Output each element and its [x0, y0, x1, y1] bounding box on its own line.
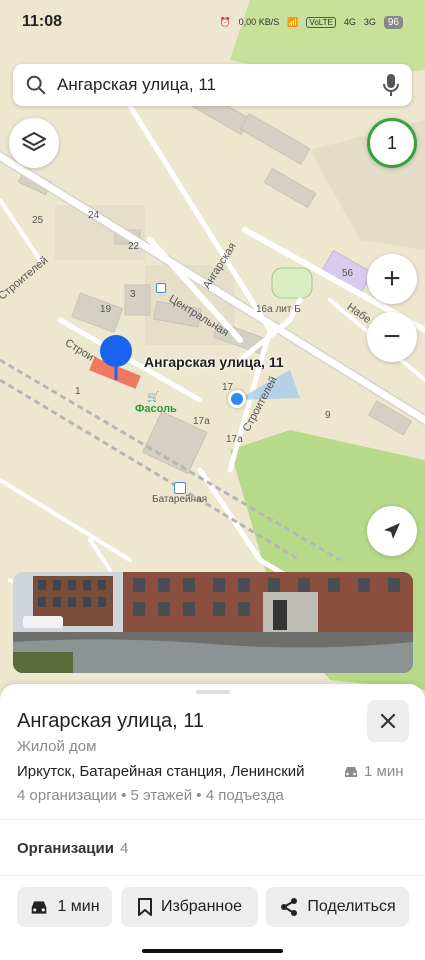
place-title: Ангарская улица, 11	[17, 710, 205, 732]
divider	[0, 819, 425, 820]
poi-fasol[interactable]: 🛒 Фасоль	[135, 392, 177, 415]
share-button-label: Поделиться	[307, 898, 396, 915]
building-photo[interactable]	[13, 572, 413, 673]
signal-4g: 4G	[343, 17, 356, 27]
close-icon	[380, 713, 396, 729]
building-label-17a: 17а	[193, 416, 210, 427]
place-category: Жилой дом	[17, 738, 97, 755]
bus-stop-label: Батарейная	[152, 494, 208, 505]
layers-button[interactable]	[9, 118, 59, 168]
pin-address-label: Ангарская улица, 11	[144, 354, 284, 370]
building-label-16a: 16а лит Б	[256, 304, 301, 315]
car-icon	[32, 900, 47, 914]
organizations-label: Организации	[17, 840, 114, 857]
building-label-56: 56	[342, 268, 354, 279]
search-icon	[26, 75, 46, 95]
organizations-row[interactable]: Организации 4	[17, 840, 128, 857]
poi-label-fasol: Фасоль	[135, 403, 177, 415]
photo-image	[13, 572, 413, 673]
search-bar[interactable]: Ангарская улица, 11	[13, 64, 412, 106]
route-button[interactable]: 1 мин	[17, 887, 112, 927]
favorite-button[interactable]: Избранное	[121, 887, 258, 927]
status-icons: ⏰ 0,00 KB/S 📶 VoLTE 4G 3G 96	[219, 15, 403, 29]
microphone-icon[interactable]	[382, 73, 400, 97]
bus-stop-icon-2	[156, 283, 166, 293]
battery-indicator: 96	[383, 15, 403, 29]
organizations-count: 4	[119, 840, 129, 857]
object-counter-badge[interactable]: 1	[367, 118, 417, 168]
minus-icon: −	[383, 320, 401, 353]
current-location-dot	[228, 390, 246, 408]
divider-2	[0, 875, 425, 876]
place-card-sheet[interactable]: Ангарская улица, 11 Жилой дом Иркутск, Б…	[0, 684, 425, 960]
travel-time-value: 1 мин	[364, 763, 404, 780]
building-label-1: 1	[75, 386, 81, 397]
car-icon	[345, 766, 357, 777]
bus-stop-batareynaya[interactable]: Батарейная	[152, 482, 207, 505]
status-time: 11:08	[22, 13, 63, 30]
plus-icon: +	[383, 262, 401, 295]
cart-icon: 🛒	[147, 392, 160, 403]
share-button[interactable]: Поделиться	[266, 887, 409, 927]
layers-icon	[22, 132, 46, 151]
wifi-icon: 📶	[287, 16, 299, 27]
close-button[interactable]	[367, 700, 409, 742]
building-label-25: 25	[32, 215, 44, 226]
map-pin[interactable]	[98, 334, 134, 382]
status-bar: 11:08 ⏰ 0,00 KB/S 📶 VoLTE 4G 3G 96	[0, 0, 425, 44]
signal-3g: 3G	[363, 17, 376, 27]
bus-icon	[173, 482, 186, 494]
building-label-22: 22	[128, 241, 140, 252]
home-indicator[interactable]	[142, 949, 283, 953]
zoom-in-button[interactable]: +	[367, 254, 417, 304]
building-label-9: 9	[325, 410, 331, 421]
building-label-24: 24	[88, 210, 100, 221]
alarm-icon: ⏰	[219, 16, 231, 27]
building-label-3: 3	[130, 289, 136, 300]
zoom-out-button[interactable]: −	[367, 312, 417, 362]
net-speed: 0,00 KB/S	[238, 17, 280, 27]
search-query[interactable]: Ангарская улица, 11	[57, 75, 382, 95]
building-label-19: 19	[100, 304, 112, 315]
favorite-button-label: Избранное	[160, 898, 243, 915]
place-meta: 4 организации • 5 этажей • 4 подъезда	[17, 787, 284, 804]
my-location-button[interactable]	[367, 506, 417, 556]
building-label-17a-2: 17а	[226, 434, 243, 445]
place-address: Иркутск, Батарейная станция, Ленинский	[17, 763, 305, 780]
pin-icon	[100, 335, 132, 380]
bookmark-icon	[137, 898, 152, 916]
route-button-label: 1 мин	[57, 898, 100, 915]
travel-time: 1 мин	[343, 763, 404, 780]
sheet-grab-handle[interactable]	[196, 690, 230, 694]
share-icon	[281, 898, 298, 916]
volte-badge: VoLTE	[306, 16, 336, 28]
navigation-arrow-icon	[384, 523, 400, 539]
